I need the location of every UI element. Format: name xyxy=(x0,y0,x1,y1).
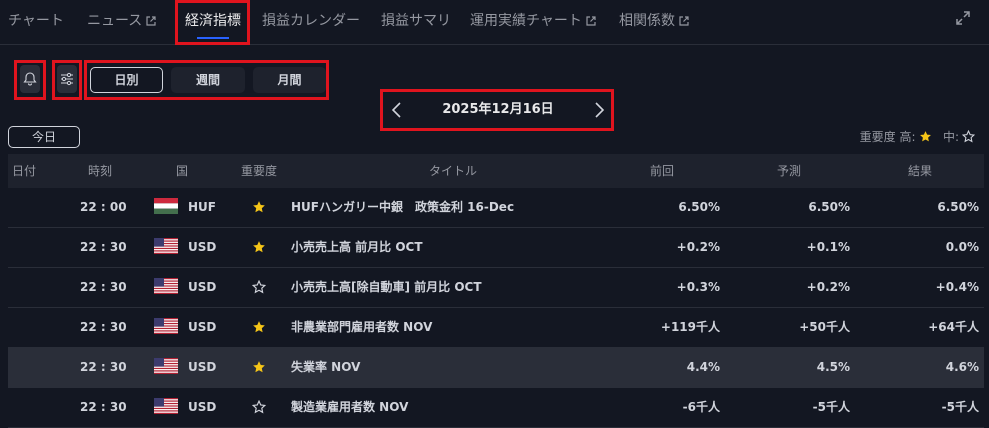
header-date: 日付 xyxy=(12,164,37,178)
row-result: 0.0% xyxy=(945,240,979,254)
row-previous: +0.2% xyxy=(676,240,720,254)
hungary-flag-icon xyxy=(154,198,178,214)
star-filled-icon xyxy=(253,361,265,373)
row-forecast: +0.2% xyxy=(806,280,850,294)
row-result: +64千人 xyxy=(928,320,979,334)
row-time: 22 : 30 xyxy=(80,240,127,254)
table-row[interactable]: 22 : 30 USD 失業率 NOV 4.4% 4.5% 4.6% xyxy=(8,348,984,388)
row-time: 22 : 30 xyxy=(80,280,127,294)
importance-legend: 重要度 高: 中: xyxy=(859,128,976,145)
highlight-box-period xyxy=(84,60,329,100)
row-currency: USD xyxy=(188,320,217,334)
usa-flag-icon xyxy=(154,278,178,294)
row-currency: USD xyxy=(188,240,217,254)
row-time: 22 : 30 xyxy=(80,400,127,414)
row-result: +0.4% xyxy=(935,280,979,294)
header-title: タイトル xyxy=(429,164,478,178)
table-row[interactable]: 22 : 00 HUF HUFハンガリー中銀 政策金利 16-Dec 6.50%… xyxy=(8,188,984,228)
highlight-box-tab xyxy=(175,0,250,45)
star-filled-icon xyxy=(253,241,265,253)
row-result: -5千人 xyxy=(941,400,979,414)
row-previous: 4.4% xyxy=(686,360,720,374)
table-row[interactable]: 22 : 30 USD 小売売上高[除自動車] 前月比 OCT +0.3% +0… xyxy=(8,268,984,308)
row-forecast: +50千人 xyxy=(799,320,850,334)
tab-pnl-calendar[interactable]: 損益カレンダー xyxy=(262,11,360,31)
external-link-icon xyxy=(679,16,689,26)
row-forecast: 4.5% xyxy=(816,360,850,374)
row-forecast: +0.1% xyxy=(806,240,850,254)
external-link-icon xyxy=(586,16,596,26)
header-result: 結果 xyxy=(908,164,933,178)
table-row[interactable]: 22 : 30 USD 小売売上高 前月比 OCT +0.2% +0.1% 0.… xyxy=(8,228,984,268)
usa-flag-icon xyxy=(154,238,178,254)
highlight-box-alert xyxy=(14,60,46,100)
row-forecast: 6.50% xyxy=(808,200,850,214)
usa-flag-icon xyxy=(154,358,178,374)
row-title: 失業率 NOV xyxy=(291,360,361,374)
legend-high-label: 重要度 高: xyxy=(859,130,916,144)
row-title: 小売売上高[除自動車] 前月比 OCT xyxy=(291,280,482,294)
legend-medium-label: 中: xyxy=(942,130,959,144)
tab-pnl-summary[interactable]: 損益サマリ xyxy=(381,11,451,31)
header-previous: 前回 xyxy=(650,164,675,178)
row-title: 非農業部門雇用者数 NOV xyxy=(291,320,433,334)
star-outline-icon xyxy=(252,400,266,414)
tab-news[interactable]: ニュース xyxy=(87,11,156,31)
row-previous: 6.50% xyxy=(678,200,720,214)
star-filled-icon xyxy=(919,131,931,142)
row-title: 小売売上高 前月比 OCT xyxy=(291,240,423,254)
top-tab-bar: チャート ニュース 経済指標 損益カレンダー 損益サマリ 運用実績チャート 相関… xyxy=(0,0,989,45)
row-previous: +119千人 xyxy=(660,320,720,334)
header-importance: 重要度 xyxy=(241,164,278,178)
highlight-box-filter xyxy=(52,60,82,100)
header-time: 時刻 xyxy=(88,164,113,178)
usa-flag-icon xyxy=(154,318,178,334)
row-currency: HUF xyxy=(188,200,216,214)
row-time: 22 : 00 xyxy=(80,200,127,214)
table-header: 日付 時刻 国 重要度 タイトル 前回 予測 結果 xyxy=(8,154,984,188)
row-time: 22 : 30 xyxy=(80,320,127,334)
row-currency: USD xyxy=(188,280,217,294)
usa-flag-icon xyxy=(154,398,178,414)
star-filled-icon xyxy=(253,321,265,333)
row-time: 22 : 30 xyxy=(80,360,127,374)
star-filled-icon xyxy=(253,201,265,213)
tab-correlation[interactable]: 相関係数 xyxy=(619,11,689,31)
highlight-box-date xyxy=(380,89,614,131)
row-title: 製造業雇用者数 NOV xyxy=(291,400,409,414)
expand-icon[interactable] xyxy=(955,10,971,26)
row-result: 4.6% xyxy=(945,360,979,374)
row-title: HUFハンガリー中銀 政策金利 16-Dec xyxy=(291,200,515,214)
row-previous: -6千人 xyxy=(682,400,720,414)
table-row[interactable]: 22 : 30 USD 製造業雇用者数 NOV -6千人 -5千人 -5千人 xyxy=(8,388,984,428)
tab-chart[interactable]: チャート xyxy=(8,11,64,31)
tab-performance-chart[interactable]: 運用実績チャート xyxy=(470,11,596,31)
row-previous: +0.3% xyxy=(676,280,720,294)
header-forecast: 予測 xyxy=(777,164,802,178)
star-outline-icon xyxy=(252,280,266,294)
row-forecast: -5千人 xyxy=(812,400,850,414)
row-result: 6.50% xyxy=(937,200,979,214)
external-link-icon xyxy=(146,16,156,26)
row-currency: USD xyxy=(188,400,217,414)
row-currency: USD xyxy=(188,360,217,374)
today-button[interactable]: 今日 xyxy=(8,126,80,148)
header-country: 国 xyxy=(176,164,189,178)
table-row[interactable]: 22 : 30 USD 非農業部門雇用者数 NOV +119千人 +50千人 +… xyxy=(8,308,984,348)
star-outline-icon xyxy=(961,129,976,143)
